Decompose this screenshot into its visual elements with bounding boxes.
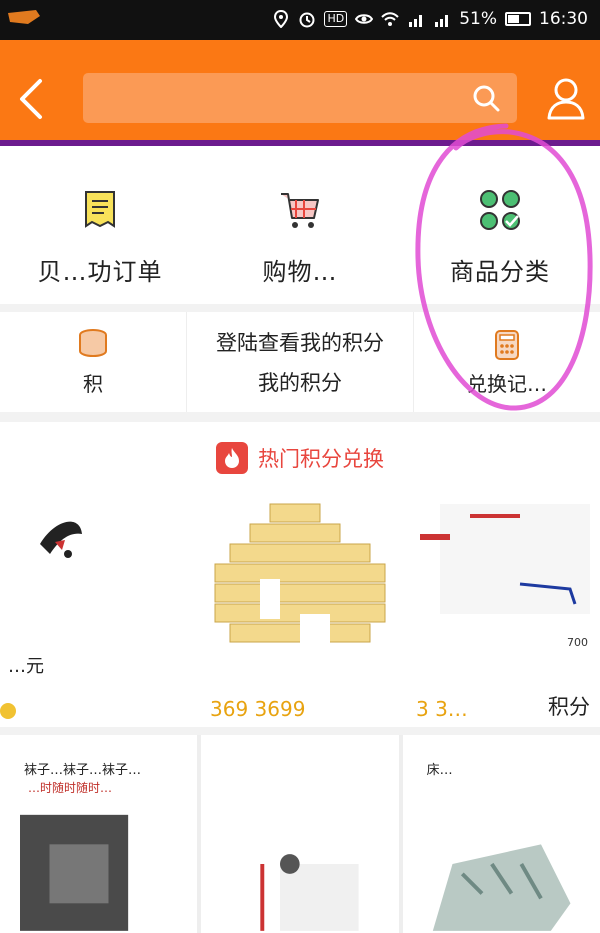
eye-icon (355, 14, 374, 24)
login-prompt[interactable]: 登陆查看我的积分 (216, 327, 384, 357)
shopping-cart-icon (281, 193, 319, 228)
hot-product-card[interactable]: …元 (0, 490, 200, 727)
product-grid: 袜子…袜子…袜子… …时随时随时… 床… (0, 735, 600, 933)
points-row: 积 登陆查看我的积分 我的积分 兑换记… (0, 312, 600, 412)
cell-signal-icon-2 (435, 15, 449, 27)
hot-exchange-section: 热门积分兑换 …元 369 3699 3 3… 积分 700 (0, 422, 600, 727)
exchange-record-item[interactable]: 兑换记… (414, 312, 600, 412)
my-points-panel[interactable]: 登陆查看我的积分 我的积分 (186, 312, 414, 412)
product-card[interactable]: 床… (402, 735, 600, 933)
alarm-icon (299, 12, 315, 28)
product-card[interactable] (201, 735, 399, 933)
my-points-label: 我的积分 (258, 371, 342, 395)
product-card[interactable]: 袜子…袜子…袜子… …时随时随时… (0, 735, 198, 933)
hot-product-tag: 700 (567, 636, 588, 649)
hot-exchange-header: 热门积分兑换 (0, 442, 600, 474)
product-image (432, 844, 571, 931)
points-left-label: 积 (83, 371, 103, 396)
product-image (20, 814, 129, 931)
search-input[interactable] (83, 73, 517, 123)
product-image (260, 854, 359, 931)
menu-item-cart[interactable]: 购物… (200, 146, 400, 304)
coin-icon (0, 702, 16, 719)
points-left-item[interactable]: 积 (0, 312, 186, 412)
menu-label-categories: 商品分类 (450, 258, 550, 286)
back-arrow-icon[interactable] (14, 78, 48, 120)
location-icon (274, 10, 289, 28)
product-image (40, 521, 82, 558)
wifi-icon (381, 12, 399, 26)
product-title: 床… (426, 763, 453, 778)
hot-product-list: …元 369 3699 3 3… 积分 700 (0, 490, 600, 727)
battery-icon (505, 12, 531, 26)
hd-badge: HD (324, 11, 348, 27)
category-grid-icon (480, 190, 520, 230)
user-profile-icon[interactable] (546, 76, 586, 120)
hot-product-name: …元 (8, 656, 44, 677)
battery-percent: 51% (459, 9, 497, 29)
search-icon[interactable] (471, 83, 501, 113)
menu-label-cart: 购物… (262, 258, 338, 286)
app-header (0, 40, 600, 140)
exchange-record-label: 兑换记… (467, 371, 547, 396)
product-subtitle: …时随时随时… (28, 781, 113, 795)
cell-signal-icon (409, 15, 423, 27)
clock: 16:30 (539, 9, 588, 29)
hot-product-points (0, 697, 20, 721)
notification-icon (8, 10, 40, 24)
hot-exchange-title: 热门积分兑换 (258, 447, 384, 471)
coins-stack-icon (79, 328, 107, 357)
hot-product-card[interactable]: 369 3699 (200, 490, 400, 727)
product-title: 袜子…袜子…袜子… (24, 763, 142, 778)
hot-product-points: 369 3699 (210, 697, 306, 721)
status-icons: HD 51% 16:30 (272, 9, 588, 29)
calculator-icon (495, 329, 519, 360)
product-image (214, 503, 386, 644)
menu-item-orders[interactable]: 贝…功订单 (0, 146, 200, 304)
menu-label-orders: 贝…功订单 (37, 258, 163, 286)
hot-product-card[interactable]: 3 3… 积分 700 (400, 490, 600, 727)
status-bar: HD 51% 16:30 (0, 0, 600, 40)
menu-item-categories[interactable]: 商品分类 (400, 146, 600, 304)
hot-product-points-suffix: 积分 (548, 695, 590, 719)
flame-icon (216, 442, 248, 474)
main-menu: 贝…功订单 购物… 商品分类 (0, 146, 600, 304)
document-icon (85, 191, 115, 228)
product-image (420, 504, 590, 614)
hot-product-points: 3 3… (416, 697, 468, 721)
